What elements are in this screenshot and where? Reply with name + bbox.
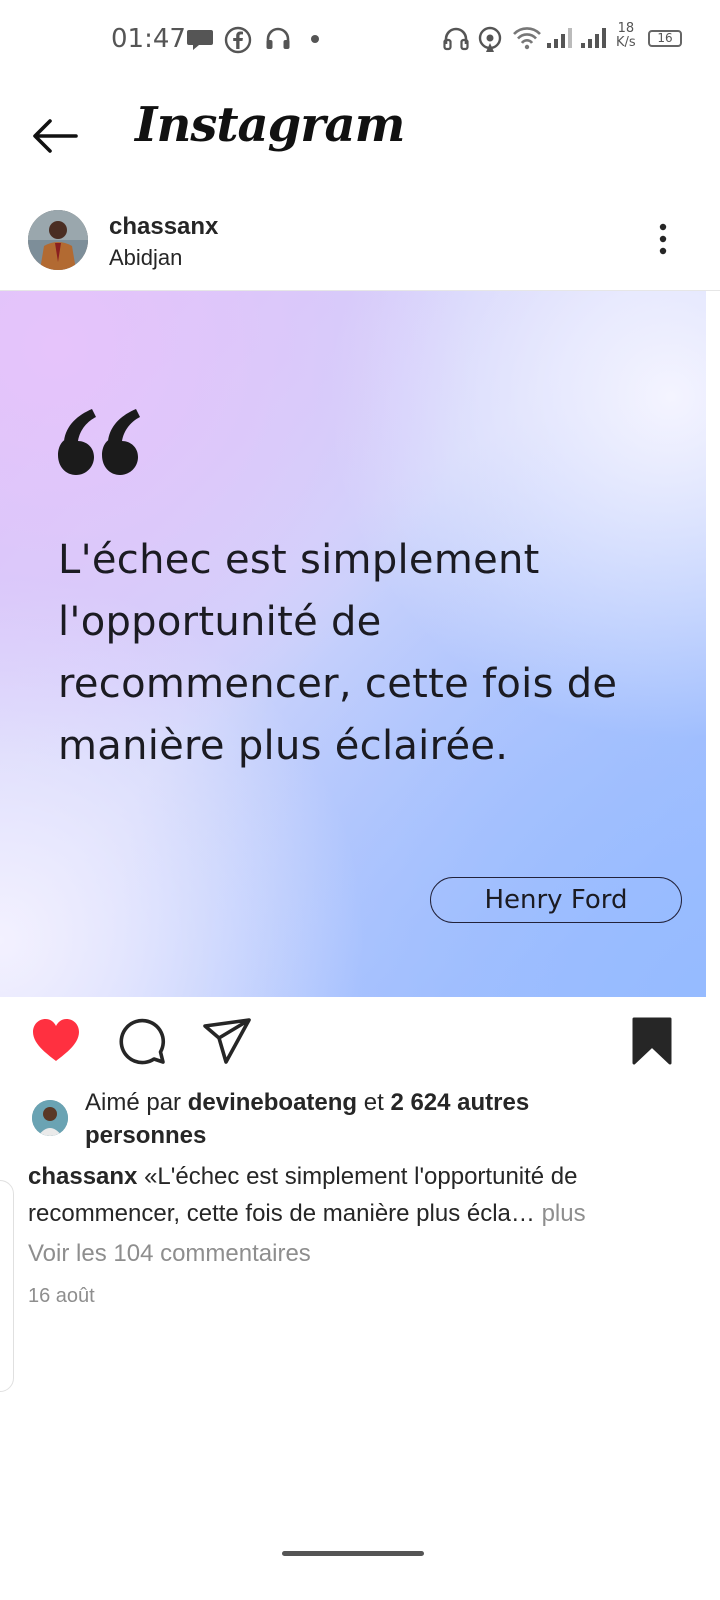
quote-text: L'échec est simplement l'opportunité de … xyxy=(58,537,618,769)
status-time: 01:47 xyxy=(111,24,186,54)
post-image[interactable]: L'échec est simplement l'opportunité de … xyxy=(0,291,706,997)
facebook-icon xyxy=(224,26,252,54)
liker-avatar xyxy=(32,1100,68,1136)
post-location[interactable]: Abidjan xyxy=(109,245,182,271)
caption-username[interactable]: chassanx xyxy=(28,1163,137,1190)
quote-mark-icon xyxy=(58,409,140,475)
caption-more-link[interactable]: plus xyxy=(542,1200,586,1227)
headset-icon xyxy=(443,27,469,51)
quote-author: Henry Ford xyxy=(430,877,682,923)
avatar[interactable] xyxy=(28,210,88,270)
network-speed: 18 K/s xyxy=(616,21,636,50)
battery-indicator: 16 xyxy=(648,30,682,47)
notification-dot-icon xyxy=(311,35,319,43)
view-comments-link[interactable]: Voir les 104 commentaires xyxy=(28,1240,311,1268)
bookmark-save-icon[interactable] xyxy=(628,1015,680,1067)
home-indicator[interactable] xyxy=(282,1551,424,1556)
more-options-icon[interactable] xyxy=(648,219,678,259)
post-date: 16 août xyxy=(28,1285,95,1307)
edge-panel-handle[interactable] xyxy=(0,1180,14,1392)
comment-icon[interactable] xyxy=(116,1015,168,1067)
app-header: Instagram xyxy=(0,85,720,185)
chat-bubble-icon xyxy=(187,30,213,50)
like-heart-icon[interactable] xyxy=(30,1015,82,1067)
post-username[interactable]: chassanx xyxy=(109,213,218,241)
post-actions xyxy=(0,1015,720,1071)
profile-photo xyxy=(28,210,88,270)
liker-photo xyxy=(32,1100,68,1136)
post-caption: chassanx «L'échec est simplement l'oppor… xyxy=(28,1158,688,1232)
signal-strength-2-icon xyxy=(581,28,606,48)
liker-name[interactable]: devineboateng xyxy=(188,1089,357,1116)
likes-row[interactable]: Aimé par devineboateng et 2 624 autres p… xyxy=(0,1086,720,1156)
post-header: chassanx Abidjan xyxy=(0,205,720,291)
signal-strength-1-icon xyxy=(547,28,572,48)
status-bar: 01:47 18 K/s 16 xyxy=(0,0,720,80)
hotspot-icon xyxy=(478,26,502,52)
wifi-icon xyxy=(513,27,541,50)
app-title: Instagram xyxy=(135,97,405,153)
back-arrow-icon[interactable] xyxy=(30,115,80,157)
share-send-icon[interactable] xyxy=(202,1015,254,1067)
headphones-icon xyxy=(266,27,290,49)
likes-text: Aimé par devineboateng et 2 624 autres p… xyxy=(85,1089,530,1149)
